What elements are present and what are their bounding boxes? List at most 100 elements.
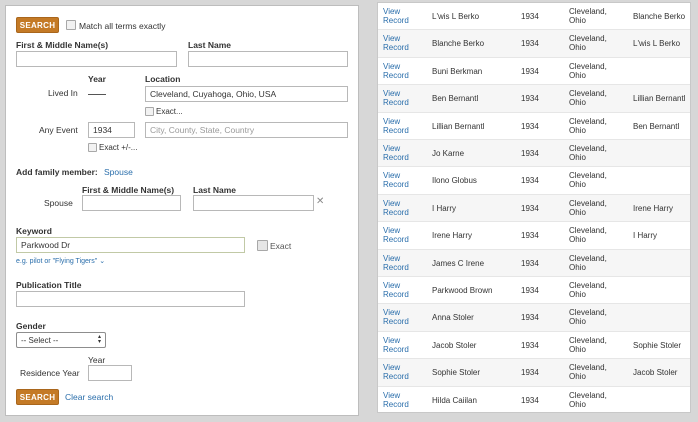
any-event-label: Any Event bbox=[39, 125, 78, 135]
result-location: Cleveland, Ohio bbox=[569, 34, 607, 53]
result-location: Cleveland, Ohio bbox=[569, 144, 607, 162]
view-record-link[interactable]: View Record bbox=[383, 89, 423, 107]
result-location: Cleveland, Ohio bbox=[569, 7, 607, 25]
add-family-member-label: Add family member: bbox=[16, 167, 98, 177]
view-record-link[interactable]: View Record bbox=[383, 199, 423, 217]
view-record-link[interactable]: View Record bbox=[383, 363, 423, 381]
view-record-link[interactable]: View Record bbox=[383, 281, 423, 299]
keyword-hint-text: e.g. pilot or "Flying Tigers" bbox=[16, 258, 98, 265]
result-related-name: Irene Harry bbox=[633, 203, 674, 213]
gender-select-value: -- Select -- bbox=[21, 335, 59, 345]
view-record-link[interactable]: View Record bbox=[383, 7, 423, 25]
result-location: Cleveland, Ohio bbox=[569, 281, 607, 299]
result-row: View Record Jo Karne 1934 Cleveland, Ohio bbox=[378, 140, 690, 168]
result-year: 1934 bbox=[521, 258, 539, 268]
result-location: Cleveland, Ohio bbox=[569, 89, 607, 108]
result-row: View Record Hilda Caiilan 1934 Cleveland, O… bbox=[378, 387, 690, 412]
result-related-name: I Harry bbox=[633, 231, 657, 241]
keyword-exact-label: Exact bbox=[270, 241, 292, 251]
result-location: Cleveland, Ohio bbox=[569, 226, 607, 245]
last-name-label: Last Name bbox=[188, 40, 231, 50]
result-year: 1934 bbox=[521, 368, 539, 378]
result-name: Jacob Stoler bbox=[432, 340, 477, 350]
any-event-location-input[interactable]: City, County, State, Country bbox=[145, 122, 348, 138]
result-name: Buni Berkman bbox=[432, 66, 483, 76]
result-related-name: Lillian Bernantl bbox=[633, 94, 686, 104]
result-row: View Record James C Irene 1934 Cleveland, O… bbox=[378, 249, 690, 277]
result-year: 1934 bbox=[521, 176, 539, 186]
view-record-link[interactable]: View Record bbox=[383, 62, 423, 80]
result-row: View Record Blanche Berko 1934 Cleveland, O… bbox=[378, 30, 690, 58]
result-year: 1934 bbox=[521, 203, 539, 213]
spouse-first-name-input[interactable] bbox=[82, 195, 181, 211]
year-column-label: Year bbox=[88, 74, 106, 84]
location-exact-checkbox[interactable] bbox=[145, 107, 154, 116]
match-exact-checkbox[interactable] bbox=[66, 20, 76, 30]
any-event-year-input[interactable]: 1934 bbox=[88, 122, 135, 138]
view-record-link[interactable]: View Record bbox=[383, 391, 423, 409]
result-location: Cleveland, Ohio bbox=[569, 335, 607, 354]
last-name-input[interactable] bbox=[188, 51, 348, 67]
result-name: Lillian Bernantl bbox=[432, 121, 485, 131]
keyword-label: Keyword bbox=[16, 226, 52, 236]
result-related-name: Blanche Berko bbox=[633, 12, 686, 21]
any-event-exact-label[interactable]: Exact +/-... bbox=[99, 143, 137, 152]
result-location: Cleveland, Ohio bbox=[569, 363, 607, 382]
view-record-link[interactable]: View Record bbox=[383, 226, 423, 244]
gender-select[interactable]: -- Select -- ▴ ▾ bbox=[16, 332, 106, 348]
residence-year-input[interactable] bbox=[88, 365, 132, 381]
view-record-link[interactable]: View Record bbox=[383, 34, 423, 52]
keyword-exact-checkbox[interactable] bbox=[257, 240, 268, 251]
result-year: 1934 bbox=[521, 39, 539, 49]
result-year: 1934 bbox=[521, 94, 539, 104]
view-record-link[interactable]: View Record bbox=[383, 144, 423, 162]
location-exact-label[interactable]: Exact... bbox=[156, 107, 183, 116]
location-column-label: Location bbox=[145, 74, 181, 84]
spouse-first-name-label: First & Middle Name(s) bbox=[82, 185, 175, 195]
result-name: L'wis L Berko bbox=[432, 12, 480, 21]
result-row: View Record Irene Harry 1934 Cleveland, Ohi… bbox=[378, 222, 690, 250]
residence-year-label: Residence Year bbox=[20, 368, 80, 378]
result-row: View Record Parkwood Brown 1934 Cleveland, … bbox=[378, 277, 690, 305]
result-related-name: Ben Bernantl bbox=[633, 121, 680, 131]
select-arrows-icon: ▴ ▾ bbox=[97, 334, 101, 345]
lived-in-year-placeholder bbox=[88, 94, 106, 95]
result-row: View Record Jacob Stoler 1934 Cleveland, Oh… bbox=[378, 332, 690, 360]
clear-search-link[interactable]: Clear search bbox=[65, 392, 113, 402]
result-year: 1934 bbox=[521, 66, 539, 76]
publication-title-input[interactable] bbox=[16, 291, 245, 307]
spouse-last-name-input[interactable] bbox=[193, 195, 314, 211]
result-name: Blanche Berko bbox=[432, 39, 485, 49]
result-year: 1934 bbox=[521, 313, 539, 323]
result-row: View Record Lillian Bernantl 1934 Cleveland… bbox=[378, 113, 690, 140]
view-record-link[interactable]: View Record bbox=[383, 336, 423, 354]
result-year: 1934 bbox=[521, 395, 539, 405]
result-name: I Harry bbox=[432, 203, 456, 213]
view-record-link[interactable]: View Record bbox=[383, 254, 423, 272]
top-search-button[interactable]: SEARCH bbox=[16, 17, 59, 33]
location-input[interactable]: Cleveland, Cuyahoga, Ohio, USA bbox=[145, 86, 348, 102]
view-record-link[interactable]: View Record bbox=[383, 117, 423, 135]
result-year: 1934 bbox=[521, 286, 539, 295]
view-record-link[interactable]: View Record bbox=[383, 308, 423, 326]
add-spouse-link[interactable]: Spouse bbox=[104, 167, 133, 177]
search-form-panel: SEARCH Match all terms exactly First & M… bbox=[5, 5, 359, 416]
bottom-search-button[interactable]: SEARCH bbox=[16, 389, 59, 405]
result-row: View Record Sophie Stoler 1934 Cleveland, O… bbox=[378, 359, 690, 387]
match-exact-label: Match all terms exactly bbox=[79, 21, 166, 31]
result-related-name: Jacob Stoler bbox=[633, 368, 678, 378]
results-list: View Record L'wis L Berko 1934 Cleveland, O… bbox=[377, 2, 691, 413]
result-row: View Record Anna Stoler 1934 Cleveland, Ohi… bbox=[378, 304, 690, 332]
first-middle-name-input[interactable] bbox=[16, 51, 177, 67]
result-name: Irene Harry bbox=[432, 231, 473, 241]
spouse-label: Spouse bbox=[44, 198, 73, 208]
result-year: 1934 bbox=[521, 149, 539, 158]
keyword-input[interactable]: Parkwood Dr bbox=[16, 237, 245, 253]
view-record-link[interactable]: View Record bbox=[383, 171, 423, 189]
chevron-down-icon: ⌄ bbox=[99, 258, 106, 265]
remove-spouse-icon[interactable]: ✕ bbox=[316, 196, 324, 207]
publication-title-label: Publication Title bbox=[16, 280, 82, 290]
any-event-exact-checkbox[interactable] bbox=[88, 143, 97, 152]
keyword-hint-link[interactable]: e.g. pilot or "Flying Tigers" ⌄ bbox=[16, 257, 105, 265]
result-related-name: L'wis L Berko bbox=[633, 39, 681, 49]
